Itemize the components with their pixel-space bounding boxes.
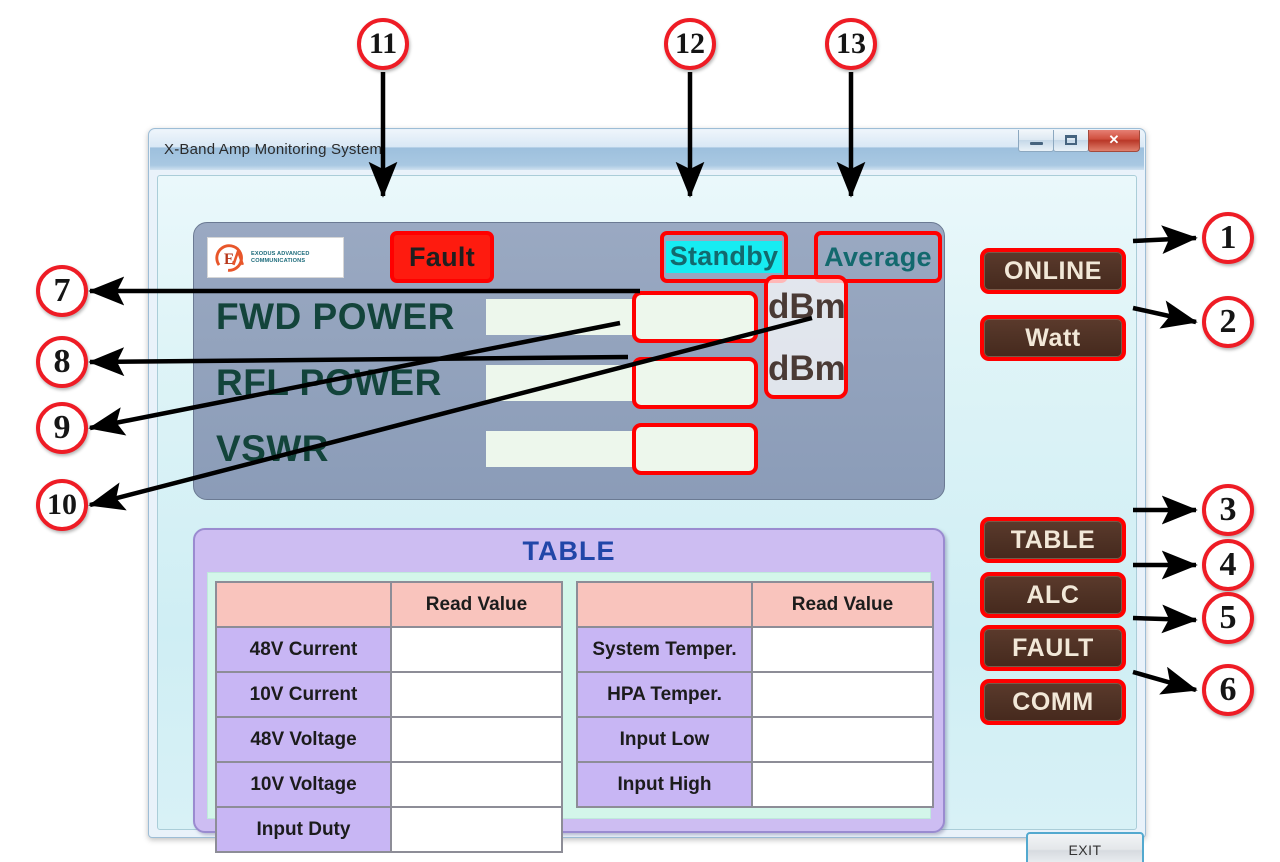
row-value-input-high[interactable] [752,762,933,807]
table-row: Input Duty [216,807,562,852]
row-value-hpa-temper[interactable] [752,672,933,717]
table-row: 10V Current [216,672,562,717]
table-panel: TABLE Read Value 48V Current 10V Current… [193,528,945,853]
fwd-power-unit: dBm [768,287,846,326]
table-panel-title: TABLE [522,536,616,566]
table-header-row: Read Value [577,582,933,627]
annotation-6: 6 [1202,664,1254,716]
fwd-power-label: FWD POWER [216,296,455,337]
exit-button[interactable]: EXIT [1026,832,1144,862]
annotation-4: 4 [1202,539,1254,591]
row-label-system-temper: System Temper. [577,627,752,672]
row-value-48v-current[interactable] [391,627,562,672]
row-label-input-low: Input Low [577,717,752,762]
rfl-power-unit: dBm [768,349,846,388]
row-label-input-duty: Input Duty [216,807,391,852]
row-label-hpa-temper: HPA Temper. [577,672,752,717]
right-header-read-value: Read Value [752,582,933,627]
row-label-input-high: Input High [577,762,752,807]
fault-button[interactable]: FAULT [980,625,1126,671]
table-row: System Temper. [577,627,933,672]
logo-wordmark: EXODUS ADVANCED COMMUNICATIONS [251,251,310,263]
vswr-label: VSWR [216,428,329,469]
window-client-area: E EXODUS ADVANCED COMMUNICATIONS Fault S… [157,175,1144,862]
row-value-input-low[interactable] [752,717,933,762]
row-label-48v-current: 48V Current [216,627,391,672]
annotation-2: 2 [1202,296,1254,348]
table-header-row: Read Value [216,582,562,627]
ea-logo-icon: E [213,241,247,275]
table-row: 10V Voltage [216,762,562,807]
row-label-48v-voltage: 48V Voltage [216,717,391,762]
table-row: 48V Current [216,627,562,672]
row-label-10v-current: 10V Current [216,672,391,717]
annotation-8: 8 [36,336,88,388]
annotation-5: 5 [1202,592,1254,644]
annotation-3: 3 [1202,484,1254,536]
logo-line-2: COMMUNICATIONS [251,257,306,264]
maximize-button[interactable] [1053,130,1089,152]
table-button[interactable]: TABLE [980,517,1126,563]
fault-status-chip[interactable]: Fault [390,231,494,283]
right-header-blank [577,582,752,627]
table-body: Read Value 48V Current 10V Current 48V V… [207,572,934,853]
annotation-7: 7 [36,265,88,317]
online-button[interactable]: ONLINE [980,248,1126,294]
company-logo: E EXODUS ADVANCED COMMUNICATIONS [207,237,344,278]
annotation-11: 11 [357,18,409,70]
row-value-10v-current[interactable] [391,672,562,717]
minimize-button[interactable] [1018,130,1054,152]
row-value-system-temper[interactable] [752,627,933,672]
comm-button[interactable]: COMM [980,679,1126,725]
window-title: X-Band Amp Monitoring System [164,141,383,158]
row-value-10v-voltage[interactable] [391,762,562,807]
left-data-table: Read Value 48V Current 10V Current 48V V… [215,581,563,853]
window-title-bar[interactable]: X-Band Amp Monitoring System ✕ [150,130,1144,170]
row-label-10v-voltage: 10V Voltage [216,762,391,807]
table-row: Input Low [577,717,933,762]
table-row: HPA Temper. [577,672,933,717]
annotation-9: 9 [36,402,88,454]
application-window: X-Band Amp Monitoring System ✕ E EXODUS … [148,128,1146,862]
average-status-label: Average [824,241,932,272]
left-header-blank [216,582,391,627]
annotation-10: 10 [36,479,88,531]
annotation-1: 1 [1202,212,1254,264]
vswr-readout[interactable] [632,423,758,475]
table-row: 48V Voltage [216,717,562,762]
row-value-input-duty[interactable] [391,807,562,852]
unit-group: dBm dBm [764,275,848,399]
screenshot-root: X-Band Amp Monitoring System ✕ E EXODUS … [0,0,1280,862]
close-button[interactable]: ✕ [1088,130,1140,152]
row-value-48v-voltage[interactable] [391,717,562,762]
rfl-power-label: RFL POWER [216,362,442,403]
watt-button[interactable]: Watt [980,315,1126,361]
svg-text:E: E [224,250,234,267]
left-header-read-value: Read Value [391,582,562,627]
table-row: Input High [577,762,933,807]
annotation-13: 13 [825,18,877,70]
rfl-power-readout[interactable] [632,357,758,409]
alc-button[interactable]: ALC [980,572,1126,618]
logo-line-1: EXODUS ADVANCED [251,251,310,258]
fault-status-label: Fault [409,241,475,272]
fwd-power-readout[interactable] [632,291,758,343]
vswr-row: VSWR [194,421,944,477]
window-controls: ✕ [1018,130,1140,152]
standby-status-label: Standby [665,241,783,273]
readout-panel: E EXODUS ADVANCED COMMUNICATIONS Fault S… [193,222,945,500]
annotation-12: 12 [664,18,716,70]
right-data-table: Read Value System Temper. HPA Temper. In… [576,581,934,808]
